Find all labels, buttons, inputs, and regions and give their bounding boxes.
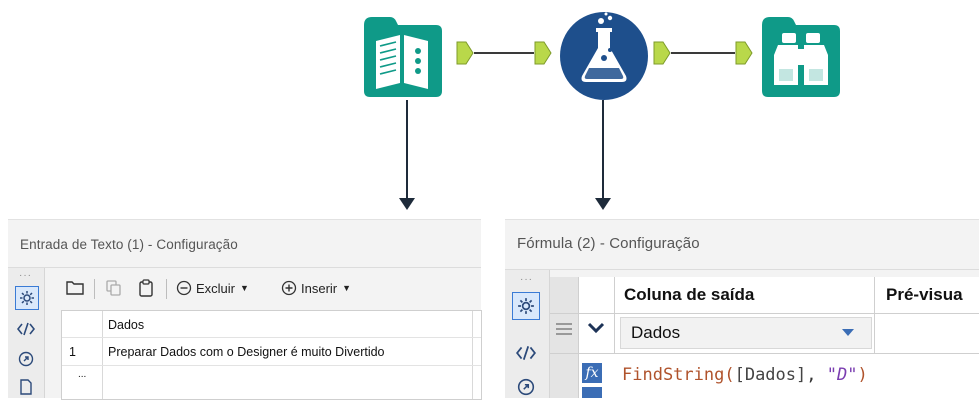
clipboard-icon [139, 279, 153, 297]
expression-icon[interactable] [582, 387, 602, 398]
formula-table: Coluna de saída Pré-visua Dados fx FindS… [550, 277, 979, 398]
delete-label: Excluir [196, 280, 236, 296]
expression-close: ) [857, 365, 868, 385]
binoculars-icon [762, 17, 840, 97]
output-column-header[interactable]: Coluna de saída [624, 285, 754, 305]
column-divider [102, 311, 103, 399]
column-divider [874, 277, 875, 353]
input-anchor[interactable] [534, 41, 552, 65]
folder-icon [66, 281, 84, 295]
column-divider [578, 277, 579, 398]
delete-button[interactable]: Excluir ▼ [176, 280, 249, 296]
output-field-dropdown[interactable]: Dados [620, 317, 872, 349]
navigate-icon[interactable] [514, 376, 538, 398]
expression-separator: , [806, 365, 827, 385]
grip-dots-icon: ··· [19, 270, 32, 281]
dropdown-arrow-icon [841, 324, 855, 342]
formula-expression[interactable]: FindString([Dados], "D") [622, 365, 868, 385]
expression-string: "D" [826, 365, 858, 385]
row-divider [550, 313, 979, 314]
browse-tool[interactable] [758, 13, 844, 99]
navigate-icon[interactable] [15, 348, 37, 370]
code-icon[interactable] [15, 318, 37, 340]
panel-title: Fórmula (2) - Configuração [517, 235, 700, 252]
output-field-value: Dados [631, 323, 681, 342]
input-anchor[interactable] [735, 41, 753, 65]
toolbar-separator [166, 279, 167, 299]
preview-column-header[interactable]: Pré-visua [886, 285, 963, 305]
grip-dots-icon: ··· [520, 274, 533, 285]
connection-line[interactable] [671, 52, 735, 54]
output-anchor[interactable] [653, 41, 671, 65]
column-header[interactable]: Dados [108, 318, 144, 332]
caret-down-icon: ▼ [342, 283, 352, 293]
text-input-config-panel: Entrada de Texto (1) - Configuração ··· … [8, 219, 482, 400]
text-input-grid: Dados 1 Preparar Dados com o Designer é … [61, 310, 482, 400]
text-input-tool[interactable] [360, 13, 446, 99]
connection-line[interactable] [474, 52, 534, 54]
fx-icon[interactable]: fx [582, 363, 602, 383]
column-divider [614, 277, 615, 353]
expression-function: FindString( [622, 365, 735, 385]
row-number: 1 [69, 345, 76, 359]
document-icon[interactable] [15, 376, 37, 398]
row-divider [62, 365, 481, 366]
row-divider [62, 337, 481, 338]
expression-field: [Dados] [734, 365, 807, 385]
caret-down-icon: ▼ [240, 283, 249, 293]
code-icon[interactable] [514, 342, 538, 364]
divider [505, 269, 979, 270]
paste-button[interactable] [138, 279, 154, 297]
flask-icon [560, 12, 648, 100]
chevron-down-icon[interactable] [586, 321, 606, 340]
output-anchor[interactable] [456, 41, 474, 65]
drag-handle-icon[interactable] [556, 323, 572, 335]
plus-circle-icon [281, 280, 297, 296]
copy-button[interactable] [106, 280, 122, 296]
minus-circle-icon [176, 280, 192, 296]
settings-gear-icon[interactable] [512, 292, 540, 320]
panel-title: Entrada de Texto (1) - Configuração [20, 237, 238, 252]
column-divider [472, 311, 473, 399]
side-toolbar: ··· [8, 268, 45, 398]
book-icon [364, 17, 442, 97]
table-cell[interactable]: Preparar Dados com o Designer é muito Di… [108, 345, 385, 359]
copy-icon [106, 280, 121, 296]
down-arrow-to-formula-config [593, 100, 613, 212]
divider [8, 267, 481, 268]
down-arrow-to-text-input-config [397, 100, 417, 212]
row-divider [550, 353, 979, 354]
formula-tool[interactable] [558, 10, 650, 102]
toolbar-separator [94, 279, 95, 299]
settings-gear-icon[interactable] [15, 286, 39, 310]
folder-button[interactable] [66, 280, 84, 295]
new-row-marker[interactable]: ... [78, 369, 86, 380]
row-gutter [550, 277, 578, 398]
side-toolbar: ··· [505, 270, 550, 398]
insert-label: Inserir [301, 280, 338, 296]
formula-config-panel: Fórmula (2) - Configuração ··· Coluna de… [505, 219, 979, 398]
insert-button[interactable]: Inserir ▼ [281, 280, 351, 296]
